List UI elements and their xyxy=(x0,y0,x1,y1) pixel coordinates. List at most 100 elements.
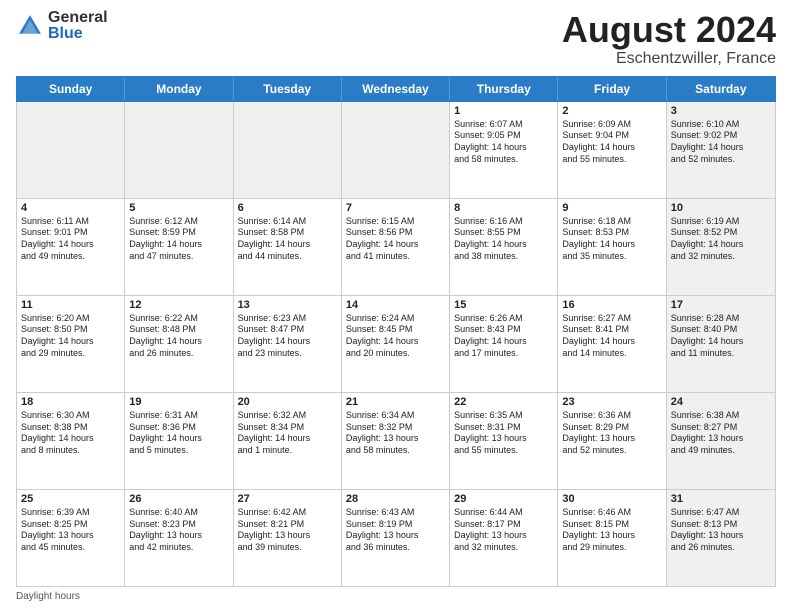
calendar-cell: 8 Sunrise: 6:16 AM Sunset: 8:55 PM Daylig… xyxy=(450,199,558,295)
day-info: Sunrise: 6:38 AM Sunset: 8:27 PM Dayligh… xyxy=(671,410,771,457)
day-number: 4 xyxy=(21,202,120,214)
logo-general-text: General xyxy=(48,10,108,26)
day-info: Sunrise: 6:36 AM Sunset: 8:29 PM Dayligh… xyxy=(562,410,661,457)
calendar-cell: 23 Sunrise: 6:36 AM Sunset: 8:29 PM Dayli… xyxy=(558,393,666,489)
day-number: 26 xyxy=(129,493,228,505)
day-info: Sunrise: 6:10 AM Sunset: 9:02 PM Dayligh… xyxy=(671,119,771,166)
calendar-cell: 28Sunrise: 6:43 AM Sunset: 8:19 PM Dayli… xyxy=(342,490,450,586)
calendar-week-row: 18Sunrise: 6:30 AM Sunset: 8:38 PM Dayli… xyxy=(17,393,775,490)
calendar-cell: 24 Sunrise: 6:38 AM Sunset: 8:27 PM Dayli… xyxy=(667,393,775,489)
day-info: Sunrise: 6:24 AM Sunset: 8:45 PM Dayligh… xyxy=(346,313,445,360)
calendar-cell: 20 Sunrise: 6:32 AM Sunset: 8:34 PM Dayli… xyxy=(234,393,342,489)
calendar-week-row: 4 Sunrise: 6:11 AM Sunset: 9:01 PM Daylig… xyxy=(17,199,775,296)
day-info: Sunrise: 6:42 AM Sunset: 8:21 PM Dayligh… xyxy=(238,507,337,554)
calendar-cell: 16 Sunrise: 6:27 AM Sunset: 8:41 PM Dayli… xyxy=(558,296,666,392)
day-number: 7 xyxy=(346,202,445,214)
day-info: Sunrise: 6:12 AM Sunset: 8:59 PM Dayligh… xyxy=(129,216,228,263)
logo-icon xyxy=(16,12,44,40)
day-number: 13 xyxy=(238,299,337,311)
day-number: 23 xyxy=(562,396,661,408)
day-info: Sunrise: 6:46 AM Sunset: 8:15 PM Dayligh… xyxy=(562,507,661,554)
day-number: 27 xyxy=(238,493,337,505)
footer-note: Daylight hours xyxy=(16,591,776,602)
calendar-cell: 29 Sunrise: 6:44 AM Sunset: 8:17 PM Dayli… xyxy=(450,490,558,586)
day-number: 9 xyxy=(562,202,661,214)
calendar-body: 1 Sunrise: 6:07 AM Sunset: 9:05 PM Daylig… xyxy=(16,102,776,587)
day-number: 21 xyxy=(346,396,445,408)
day-info: Sunrise: 6:07 AM Sunset: 9:05 PM Dayligh… xyxy=(454,119,553,166)
day-number: 30 xyxy=(562,493,661,505)
day-number: 12 xyxy=(129,299,228,311)
day-info: Sunrise: 6:26 AM Sunset: 8:43 PM Dayligh… xyxy=(454,313,553,360)
calendar-cell: 31Sunrise: 6:47 AM Sunset: 8:13 PM Dayli… xyxy=(667,490,775,586)
calendar-cell: 18Sunrise: 6:30 AM Sunset: 8:38 PM Dayli… xyxy=(17,393,125,489)
day-number: 1 xyxy=(454,105,553,117)
calendar-cell: 11 Sunrise: 6:20 AM Sunset: 8:50 PM Dayli… xyxy=(17,296,125,392)
day-number: 16 xyxy=(562,299,661,311)
calendar-cell: 21 Sunrise: 6:34 AM Sunset: 8:32 PM Dayli… xyxy=(342,393,450,489)
day-number: 29 xyxy=(454,493,553,505)
calendar-cell: 6 Sunrise: 6:14 AM Sunset: 8:58 PM Daylig… xyxy=(234,199,342,295)
day-number: 15 xyxy=(454,299,553,311)
calendar-cell: 9 Sunrise: 6:18 AM Sunset: 8:53 PM Daylig… xyxy=(558,199,666,295)
calendar: SundayMondayTuesdayWednesdayThursdayFrid… xyxy=(16,76,776,587)
day-info: Sunrise: 6:18 AM Sunset: 8:53 PM Dayligh… xyxy=(562,216,661,263)
calendar-cell: 7 Sunrise: 6:15 AM Sunset: 8:56 PM Daylig… xyxy=(342,199,450,295)
calendar-week-row: 11 Sunrise: 6:20 AM Sunset: 8:50 PM Dayli… xyxy=(17,296,775,393)
weekday-header: Wednesday xyxy=(342,77,450,101)
calendar-cell: 19Sunrise: 6:31 AM Sunset: 8:36 PM Dayli… xyxy=(125,393,233,489)
calendar-cell: 3 Sunrise: 6:10 AM Sunset: 9:02 PM Daylig… xyxy=(667,102,775,198)
day-number: 5 xyxy=(129,202,228,214)
day-number: 20 xyxy=(238,396,337,408)
calendar-cell: 10 Sunrise: 6:19 AM Sunset: 8:52 PM Dayli… xyxy=(667,199,775,295)
weekday-header: Thursday xyxy=(450,77,558,101)
day-number: 24 xyxy=(671,396,771,408)
day-info: Sunrise: 6:09 AM Sunset: 9:04 PM Dayligh… xyxy=(562,119,661,166)
day-number: 8 xyxy=(454,202,553,214)
logo-blue-text: Blue xyxy=(48,26,108,42)
calendar-cell: 15 Sunrise: 6:26 AM Sunset: 8:43 PM Dayli… xyxy=(450,296,558,392)
title-block: August 2024 Eschentzwiller, France xyxy=(562,10,776,68)
weekday-header: Monday xyxy=(125,77,233,101)
day-number: 11 xyxy=(21,299,120,311)
day-info: Sunrise: 6:23 AM Sunset: 8:47 PM Dayligh… xyxy=(238,313,337,360)
day-info: Sunrise: 6:34 AM Sunset: 8:32 PM Dayligh… xyxy=(346,410,445,457)
day-info: Sunrise: 6:14 AM Sunset: 8:58 PM Dayligh… xyxy=(238,216,337,263)
day-info: Sunrise: 6:15 AM Sunset: 8:56 PM Dayligh… xyxy=(346,216,445,263)
calendar-cell xyxy=(234,102,342,198)
day-info: Sunrise: 6:20 AM Sunset: 8:50 PM Dayligh… xyxy=(21,313,120,360)
day-info: Sunrise: 6:16 AM Sunset: 8:55 PM Dayligh… xyxy=(454,216,553,263)
calendar-week-row: 25Sunrise: 6:39 AM Sunset: 8:25 PM Dayli… xyxy=(17,490,775,586)
day-info: Sunrise: 6:11 AM Sunset: 9:01 PM Dayligh… xyxy=(21,216,120,263)
calendar-cell xyxy=(125,102,233,198)
calendar-cell: 2Sunrise: 6:09 AM Sunset: 9:04 PM Daylig… xyxy=(558,102,666,198)
day-number: 17 xyxy=(671,299,771,311)
calendar-cell: 1 Sunrise: 6:07 AM Sunset: 9:05 PM Daylig… xyxy=(450,102,558,198)
location-subtitle: Eschentzwiller, France xyxy=(562,50,776,68)
day-info: Sunrise: 6:19 AM Sunset: 8:52 PM Dayligh… xyxy=(671,216,771,263)
month-year-title: August 2024 xyxy=(562,10,776,50)
weekday-header: Friday xyxy=(558,77,666,101)
calendar-cell: 27 Sunrise: 6:42 AM Sunset: 8:21 PM Dayli… xyxy=(234,490,342,586)
logo: General Blue xyxy=(16,10,108,42)
weekday-header: Saturday xyxy=(667,77,775,101)
calendar-cell: 17 Sunrise: 6:28 AM Sunset: 8:40 PM Dayli… xyxy=(667,296,775,392)
calendar-cell: 14 Sunrise: 6:24 AM Sunset: 8:45 PM Dayli… xyxy=(342,296,450,392)
day-info: Sunrise: 6:30 AM Sunset: 8:38 PM Dayligh… xyxy=(21,410,120,457)
day-info: Sunrise: 6:35 AM Sunset: 8:31 PM Dayligh… xyxy=(454,410,553,457)
day-info: Sunrise: 6:44 AM Sunset: 8:17 PM Dayligh… xyxy=(454,507,553,554)
weekday-header: Sunday xyxy=(17,77,125,101)
calendar-cell xyxy=(17,102,125,198)
day-number: 22 xyxy=(454,396,553,408)
day-info: Sunrise: 6:28 AM Sunset: 8:40 PM Dayligh… xyxy=(671,313,771,360)
day-number: 6 xyxy=(238,202,337,214)
day-info: Sunrise: 6:32 AM Sunset: 8:34 PM Dayligh… xyxy=(238,410,337,457)
day-number: 14 xyxy=(346,299,445,311)
day-number: 3 xyxy=(671,105,771,117)
day-number: 10 xyxy=(671,202,771,214)
calendar-cell: 22 Sunrise: 6:35 AM Sunset: 8:31 PM Dayli… xyxy=(450,393,558,489)
day-info: Sunrise: 6:31 AM Sunset: 8:36 PM Dayligh… xyxy=(129,410,228,457)
calendar-cell xyxy=(342,102,450,198)
day-info: Sunrise: 6:27 AM Sunset: 8:41 PM Dayligh… xyxy=(562,313,661,360)
day-info: Sunrise: 6:47 AM Sunset: 8:13 PM Dayligh… xyxy=(671,507,771,554)
